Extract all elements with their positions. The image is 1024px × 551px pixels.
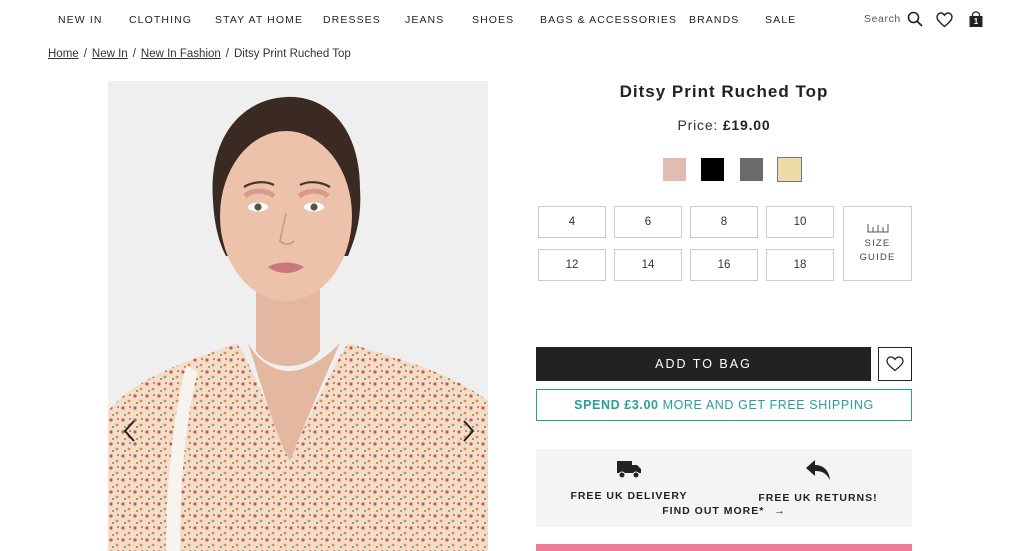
heart-icon[interactable] [936,12,953,28]
size-guide-button[interactable]: SIZE GUIDE [843,206,912,281]
breadcrumb-separator: / [132,48,136,60]
breadcrumb-separator: / [225,48,229,60]
size-option-6[interactable]: 6 [614,206,682,238]
search-icon [907,11,923,27]
product-photo [108,81,488,551]
find-out-more-link[interactable]: FIND OUT MORE* → [536,505,912,517]
ruler-icon [867,223,888,232]
free-shipping-banner[interactable]: SPEND £3.00 MORE AND GET FREE SHIPPING [536,389,912,421]
nav-shoes[interactable]: SHOES [472,14,514,26]
color-swatch-black[interactable] [701,158,724,181]
nav-stay-at-home[interactable]: STAY AT HOME [215,14,303,26]
size-option-12[interactable]: 12 [538,249,606,281]
nav-jeans[interactable]: JEANS [405,14,444,26]
size-option-4[interactable]: 4 [538,206,606,238]
previous-image-arrow[interactable] [120,419,140,443]
search-button[interactable]: Search [864,11,923,27]
size-guide-label: SIZE GUIDE [859,237,895,265]
size-option-14[interactable]: 14 [614,249,682,281]
color-swatch-pink[interactable] [663,158,686,181]
return-arrow-icon [806,460,830,480]
nav-clothing[interactable]: CLOTHING [129,14,192,26]
top-nav: NEW IN CLOTHING STAY AT HOME DRESSES JEA… [0,0,1024,40]
nav-sale[interactable]: SALE [765,14,796,26]
product-title: Ditsy Print Ruched Top [619,82,829,101]
breadcrumb-current: Ditsy Print Ruched Top [234,48,351,60]
nav-new-in[interactable]: NEW IN [58,14,103,26]
heart-icon [886,356,904,372]
size-option-16[interactable]: 16 [690,249,758,281]
breadcrumb-new-in[interactable]: New In [92,48,128,60]
delivery-truck-icon [617,461,641,479]
price-label: Price: [677,117,719,133]
next-image-arrow[interactable] [458,419,478,443]
shopping-bag-button[interactable]: 1 [968,11,984,28]
breadcrumb-new-in-fashion[interactable]: New In Fashion [141,48,221,60]
free-returns-label: FREE UK RETURNS! [758,492,878,504]
bag-count: 1 [973,17,979,26]
nav-brands[interactable]: BRANDS [689,14,739,26]
shipping-banner-text: MORE AND GET FREE SHIPPING [662,398,874,412]
breadcrumb-home[interactable]: Home [48,48,79,60]
free-delivery-info: FREE UK DELIVERY [549,459,709,502]
product-image-gallery [108,81,488,551]
size-option-10[interactable]: 10 [766,206,834,238]
price-value: £19.00 [722,117,771,133]
add-to-bag-button[interactable]: ADD TO BAG [536,347,871,381]
find-out-more-label: FIND OUT MORE* [662,505,765,517]
product-price: Price: £19.00 [536,117,912,133]
size-guide-line1: SIZE [864,237,891,249]
size-guide-line2: GUIDE [859,251,896,263]
arrow-right-icon: → [774,505,786,517]
size-option-18[interactable]: 18 [766,249,834,281]
promo-bar [536,544,912,551]
shipping-spend-amount: SPEND £3.00 [574,398,659,412]
nav-bags-accessories[interactable]: BAGS & ACCESSORIES [540,14,677,26]
free-delivery-label: FREE UK DELIVERY [570,490,688,502]
color-swatch-grey[interactable] [740,158,763,181]
size-option-8[interactable]: 8 [690,206,758,238]
free-returns-info: FREE UK RETURNS! [738,459,898,504]
search-label: Search [864,13,901,25]
nav-dresses[interactable]: DRESSES [323,14,381,26]
delivery-returns-panel: FREE UK DELIVERY FREE UK RETURNS! FIND O… [536,449,912,527]
color-swatch-yellow[interactable] [777,157,802,182]
breadcrumb: Home / New In / New In Fashion / Ditsy Print R… [48,48,351,60]
wishlist-button[interactable] [878,347,912,381]
breadcrumb-separator: / [83,48,87,60]
